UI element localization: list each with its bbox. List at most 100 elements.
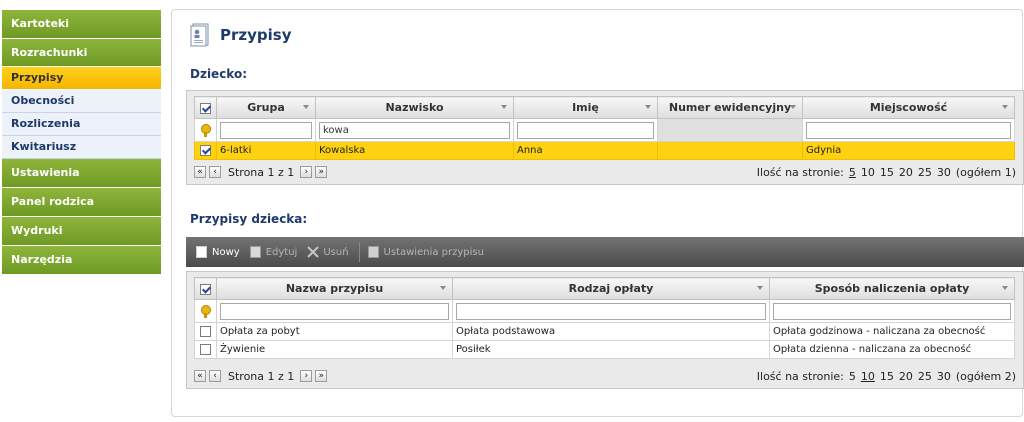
next-page-button[interactable]: › xyxy=(300,166,313,178)
children-table: Grupa Nazwisko Imię Numer ewidencyjny Mi… xyxy=(194,96,1015,160)
filter-rodzaj-input[interactable] xyxy=(456,302,766,320)
page-size-option[interactable]: 15 xyxy=(880,370,894,383)
filter-row xyxy=(194,299,1015,323)
prev-page-button[interactable]: ‹ xyxy=(209,370,221,382)
child-section-title: Dziecko: xyxy=(190,67,248,81)
table-row[interactable]: 6-latki Kowalska Anna Gdynia xyxy=(194,141,1015,160)
page-size-option[interactable]: 15 xyxy=(880,166,894,179)
column-header-numer-ewidencyjny[interactable]: Numer ewidencyjny xyxy=(657,96,803,119)
row-select-cell[interactable] xyxy=(194,141,217,160)
cell-nazwisko: Kowalska xyxy=(315,141,514,160)
first-page-button[interactable]: « xyxy=(194,166,206,178)
page-size-option[interactable]: 30 xyxy=(937,166,951,179)
page-size-option[interactable]: 10 xyxy=(861,166,875,179)
assignment-settings-button[interactable]: Ustawienia przypisu xyxy=(367,246,484,258)
column-header-nazwisko[interactable]: Nazwisko xyxy=(315,96,514,119)
page-info: Strona 1 z 1 xyxy=(228,165,295,179)
sidebar-item-wydruki[interactable]: Wydruki xyxy=(2,217,161,246)
filter-miejscowosc-input[interactable] xyxy=(806,121,1011,139)
table-row[interactable]: Żywienie Posiłek Opłata dzienna - nalicz… xyxy=(194,340,1015,359)
settings-button-label: Ustawienia przypisu xyxy=(383,246,484,258)
delete-button[interactable]: Usuń xyxy=(307,246,348,258)
row-checkbox[interactable] xyxy=(200,325,211,337)
main-panel: Przypisy Dziecko: Grupa Nazwisko Imię Nu… xyxy=(171,9,1024,417)
column-header-grupa[interactable]: Grupa xyxy=(216,96,316,119)
total-count: (ogółem 2) xyxy=(955,369,1016,383)
column-header-sposob-naliczenia[interactable]: Sposób naliczenia opłaty xyxy=(769,277,1015,300)
sidebar-item-rozliczenia[interactable]: Rozliczenia xyxy=(2,113,161,136)
next-page-button[interactable]: › xyxy=(300,370,313,382)
prev-page-button[interactable]: ‹ xyxy=(209,166,221,178)
sidebar-item-ustawienia[interactable]: Ustawienia xyxy=(2,159,161,188)
column-header-nazwa-przypisu[interactable]: Nazwa przypisu xyxy=(216,277,453,300)
page-size-option[interactable]: 30 xyxy=(937,370,951,383)
sidebar-item-obecnosci[interactable]: Obecności xyxy=(2,90,161,113)
sort-arrow-icon xyxy=(1002,105,1008,109)
last-page-button[interactable]: » xyxy=(315,166,328,178)
filter-cell xyxy=(513,118,658,142)
page-size-option[interactable]: 20 xyxy=(899,370,913,383)
filter-icon-cell xyxy=(194,299,217,323)
sidebar-item-kwitariusz[interactable]: Kwitariusz xyxy=(2,136,161,159)
sort-arrow-icon xyxy=(757,286,763,290)
page-title: Przypisy xyxy=(220,26,292,44)
filter-nazwisko-input[interactable] xyxy=(319,121,510,139)
column-header-imie[interactable]: Imię xyxy=(513,96,658,119)
new-document-icon xyxy=(196,246,207,258)
sort-arrow-icon xyxy=(303,105,309,109)
filter-nazwa-input[interactable] xyxy=(220,302,449,320)
sidebar-nav: Kartoteki Rozrachunki Przypisy Obecności… xyxy=(2,10,161,275)
assignments-grid: Nazwa przypisu Rodzaj opłaty Sposób nali… xyxy=(186,271,1024,389)
sort-arrow-icon xyxy=(501,105,507,109)
filter-cell xyxy=(216,299,453,323)
column-header-rodzaj-oplaty[interactable]: Rodzaj opłaty xyxy=(452,277,770,300)
sidebar-item-panel-rodzica[interactable]: Panel rodzica xyxy=(2,188,161,217)
filter-cell xyxy=(315,118,514,142)
new-button-label: Nowy xyxy=(212,246,240,258)
page-size-option[interactable]: 25 xyxy=(918,166,932,179)
assignments-pager: « ‹ Strona 1 z 1 › » Ilość na stronie: 5… xyxy=(187,364,1023,388)
row-select-cell[interactable] xyxy=(194,340,217,359)
row-checkbox[interactable] xyxy=(200,144,211,156)
sidebar-item-przypisy[interactable]: Przypisy xyxy=(2,67,161,90)
sort-arrow-icon xyxy=(1002,286,1008,290)
filter-cell xyxy=(769,299,1015,323)
select-all-checkbox[interactable] xyxy=(200,102,211,114)
table-row[interactable]: Opłata za pobyt Opłata podstawowa Opłata… xyxy=(194,322,1015,341)
cell-miejscowosc: Gdynia xyxy=(802,141,1015,160)
filter-cell xyxy=(802,118,1015,142)
filter-grupa-input[interactable] xyxy=(220,121,312,139)
row-select-cell[interactable] xyxy=(194,322,217,341)
page-size-option[interactable]: 5 xyxy=(849,370,856,383)
page-header: Przypisy xyxy=(190,22,291,48)
select-all-header[interactable] xyxy=(194,277,217,300)
first-page-button[interactable]: « xyxy=(194,370,206,382)
filter-key-icon[interactable] xyxy=(200,304,212,318)
last-page-button[interactable]: » xyxy=(315,370,328,382)
new-button[interactable]: Nowy xyxy=(196,246,240,258)
cell-imie: Anna xyxy=(513,141,658,160)
edit-button[interactable]: Edytuj xyxy=(249,246,298,258)
edit-button-label: Edytuj xyxy=(265,246,298,258)
page-size-option[interactable]: 10 xyxy=(861,370,875,383)
sort-arrow-icon xyxy=(790,105,796,109)
select-all-header[interactable] xyxy=(194,96,217,119)
sidebar-item-kartoteki[interactable]: Kartoteki xyxy=(2,10,161,39)
select-all-checkbox[interactable] xyxy=(200,283,211,295)
page-size-option[interactable]: 20 xyxy=(899,166,913,179)
filter-sposob-input[interactable] xyxy=(773,302,1011,320)
cell-numer-ewidencyjny xyxy=(657,141,803,160)
page-size-option[interactable]: 5 xyxy=(849,166,856,179)
filter-cell xyxy=(216,118,316,142)
filter-key-icon[interactable] xyxy=(200,123,212,137)
column-header-miejscowosc[interactable]: Miejscowość xyxy=(802,96,1015,119)
row-checkbox[interactable] xyxy=(200,343,211,355)
page-size-label: Ilość na stronie: xyxy=(756,369,844,383)
page-size-option[interactable]: 25 xyxy=(918,370,932,383)
cell-nazwa-przypisu: Żywienie xyxy=(216,340,453,359)
sidebar-item-narzedzia[interactable]: Narzędzia xyxy=(2,246,161,275)
sidebar-item-rozrachunki[interactable]: Rozrachunki xyxy=(2,39,161,67)
delete-button-label: Usuń xyxy=(323,246,349,258)
page-size-label: Ilość na stronie: xyxy=(756,165,844,179)
filter-imie-input[interactable] xyxy=(517,121,654,139)
